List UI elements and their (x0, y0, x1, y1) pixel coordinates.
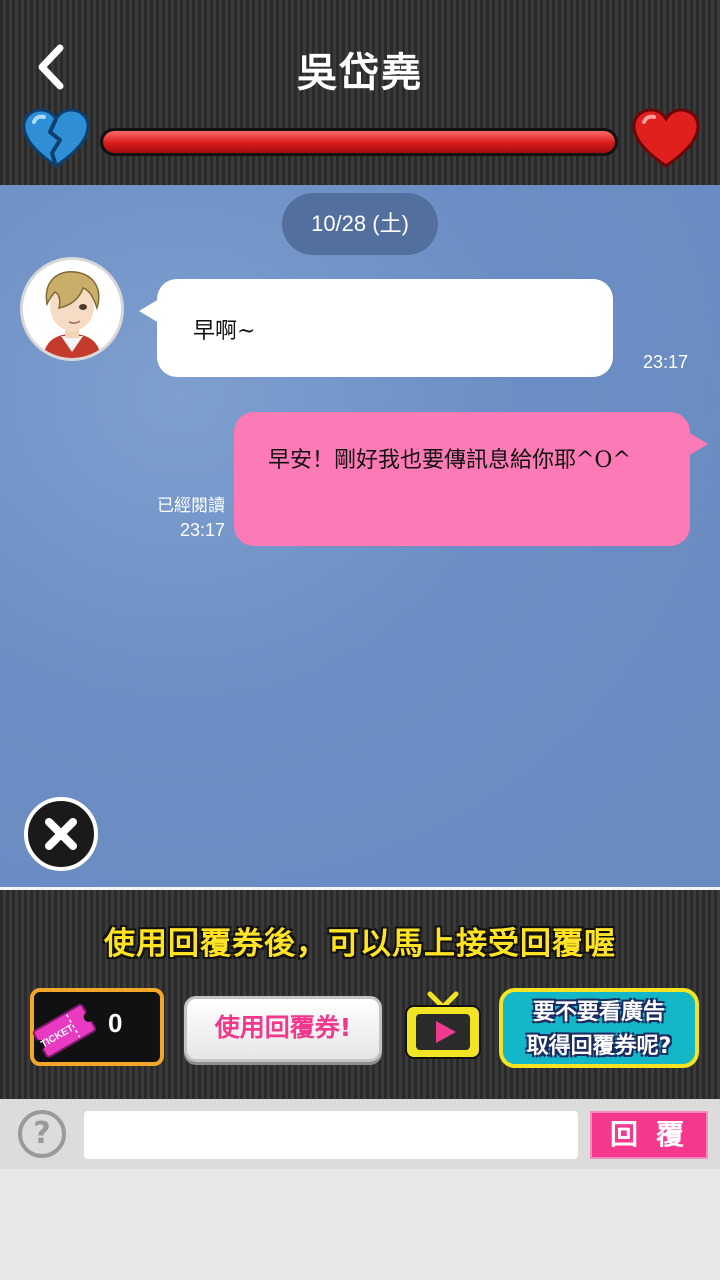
watch-ad-button[interactable]: 要不要看廣告 取得回覆券呢? (499, 988, 699, 1068)
ticket-icon: TICKET (28, 994, 100, 1066)
incoming-message-time: 23:17 (643, 352, 689, 372)
date-separator: 10/28 (土) (282, 193, 438, 255)
keyboard-area (0, 1169, 720, 1280)
ticket-counter: TICKET 0 (30, 988, 164, 1066)
contact-name-title: 吳岱堯 (297, 50, 423, 96)
reply-ticket-panel: 使用回覆券後，可以馬上接受回覆喔 TICKET 0 使用回覆券! 要不要看廣告 … (0, 887, 720, 1099)
incoming-message-bubble[interactable]: 早啊~ (139, 279, 613, 377)
header-bar: 吳岱堯 (0, 0, 720, 185)
close-button[interactable] (24, 797, 98, 871)
broken-heart-icon (22, 108, 90, 168)
watch-ad-line-1: 要不要看廣告 (532, 1000, 665, 1025)
help-icon[interactable]: ? (18, 1110, 66, 1158)
outgoing-message-bubble[interactable]: 早安！剛好我也要傳訊息給你耶^O^ (234, 412, 708, 546)
watch-ad-line-2: 取得回覆券呢? (526, 1034, 672, 1059)
use-ticket-button[interactable]: 使用回覆券! (184, 996, 382, 1062)
tv-play-icon[interactable] (402, 990, 484, 1062)
chat-area[interactable]: 10/28 (土) 早啊~ 23:17 早安！剛好我也要傳訊息給你耶^O^ 已經… (0, 185, 720, 887)
outgoing-message-text: 早安！剛好我也要傳訊息給你耶^O^ (268, 448, 631, 473)
ticket-count: 0 (108, 1008, 123, 1038)
affection-bar-fill (103, 131, 615, 153)
contact-avatar[interactable] (20, 257, 124, 361)
affection-bar (100, 128, 618, 156)
reply-input[interactable] (84, 1111, 578, 1159)
reply-button[interactable]: 回覆 (590, 1111, 708, 1159)
incoming-message-text: 早啊~ (193, 319, 256, 344)
close-icon (45, 818, 77, 850)
heart-icon (632, 108, 700, 168)
read-receipt-label: 已經閱讀 (157, 496, 225, 516)
ticket-promo-text: 使用回覆券後，可以馬上接受回覆喔 (104, 926, 616, 962)
outgoing-message-time: 23:17 (180, 520, 226, 540)
reply-input-bar: ? 回覆 (0, 1099, 720, 1169)
